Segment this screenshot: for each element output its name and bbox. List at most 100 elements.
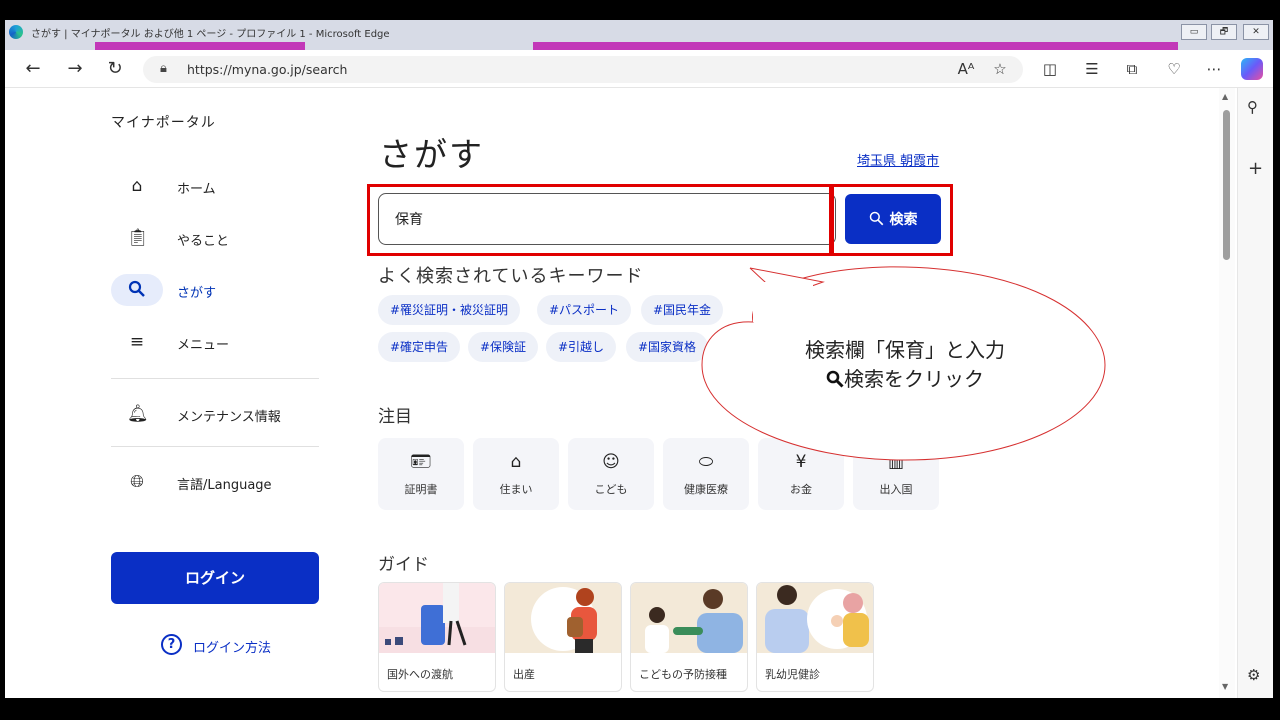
forward-arrow-icon[interactable]: → (65, 59, 85, 79)
favorite-star-icon[interactable]: ☆ (989, 59, 1011, 79)
region-link[interactable]: 埼玉県 朝霞市 (857, 150, 939, 169)
guide-card[interactable]: 国外への渡航 (378, 582, 496, 692)
read-aloud-icon[interactable]: Aᴬ (955, 59, 977, 79)
active-tab-indicator (95, 42, 305, 50)
callout-text: 検索欄「保育」と入力 検索をクリック (705, 336, 1105, 394)
minimize-button[interactable]: ▭ (1181, 24, 1207, 40)
guide-label: 国外への渡航 (387, 668, 453, 681)
page-title: さがす (379, 135, 484, 174)
split-screen-icon[interactable]: ◫ (1039, 59, 1061, 79)
login-help-label: ログイン方法 (193, 641, 272, 656)
attention-tile[interactable]: ⌂ 住まい (473, 438, 559, 510)
annotation-highlight-input (367, 184, 832, 256)
guide-card[interactable]: こどもの予防接種 (630, 582, 748, 692)
nav-divider (111, 378, 319, 379)
tile-label: お金 (790, 483, 812, 496)
restore-button[interactable]: 🗗 (1211, 24, 1237, 40)
more-menu-icon[interactable]: ⋯ (1203, 59, 1225, 79)
guide-label: 出産 (513, 668, 535, 681)
url-field[interactable]: 🔒︎ https://myna.go.jp/search (143, 56, 1023, 83)
guide-illustration-vaccination (631, 583, 747, 653)
scroll-thumb[interactable] (1223, 110, 1230, 260)
keyword-chip[interactable]: #国家資格 (626, 332, 709, 362)
tab-strip-accent (533, 42, 1178, 50)
guide-illustration-travel (379, 583, 495, 653)
guide-card[interactable]: 出産 (504, 582, 622, 692)
sidebar-add-icon[interactable]: + (1248, 158, 1263, 179)
magnifier-icon (826, 367, 844, 391)
lock-icon[interactable]: 🔒︎ (160, 61, 167, 76)
keyword-chip[interactable]: #パスポート (537, 295, 632, 325)
attention-title: 注目 (378, 407, 412, 427)
attention-tile[interactable]: ⬭ 健康医療 (663, 438, 749, 510)
scroll-up-icon[interactable]: ▲ (1222, 92, 1228, 101)
nav-item-home[interactable]: ⌂ ホーム (111, 170, 321, 202)
attention-tile[interactable]: ▥ 出入国 (853, 438, 939, 510)
scroll-down-icon[interactable]: ▼ (1222, 682, 1228, 691)
nav-label: さがす (177, 286, 217, 301)
refresh-icon[interactable]: ↻ (105, 59, 125, 79)
keyword-chip[interactable]: #罹災証明・被災証明 (378, 295, 521, 325)
sidebar-settings-icon[interactable]: ⚙ (1247, 666, 1260, 684)
favorites-list-icon[interactable]: ☰ (1081, 59, 1103, 79)
house-icon: ⌂ (510, 452, 522, 472)
keyword-chip[interactable]: #保険証 (468, 332, 539, 362)
tile-label: 健康医療 (684, 483, 728, 496)
tile-label: 出入国 (879, 483, 913, 496)
clipboard-icon: 📋︎ (127, 228, 149, 248)
home-icon: ⌂ (131, 176, 143, 196)
nav-item-menu[interactable]: ≡ メニュー (111, 326, 321, 358)
keyword-chip[interactable]: #確定申告 (378, 332, 461, 362)
attention-tile[interactable]: 🪪︎ 証明書 (378, 438, 464, 510)
browser-window: さがす | マイナポータル および他 1 ページ - プロファイル 1 - Mi… (5, 20, 1273, 698)
callout-line2: 検索をクリック (844, 367, 984, 391)
help-circle-icon: ? (161, 634, 182, 655)
guide-title: ガイド (378, 555, 429, 575)
attention-tile[interactable]: ¥ お金 (758, 438, 844, 510)
tile-label: こども (594, 483, 628, 496)
browser-essentials-icon[interactable]: ♡ (1163, 59, 1185, 79)
edge-logo-icon (9, 25, 23, 39)
pill-icon: ⬭ (698, 452, 714, 472)
yen-icon: ¥ (795, 452, 807, 472)
keyword-chip[interactable]: #引越し (546, 332, 617, 362)
guide-illustration-birth (505, 583, 621, 653)
title-bar: さがす | マイナポータル および他 1 ページ - プロファイル 1 - Mi… (5, 20, 1273, 50)
popular-keywords-title: よく検索されているキーワード (378, 266, 644, 287)
collections-icon[interactable]: ⧉ (1121, 59, 1143, 79)
nav-item-maintenance[interactable]: 🔔︎ メンテナンス情報 (111, 398, 321, 430)
callout-line1: 検索欄「保育」と入力 (805, 338, 1005, 362)
nav-item-todo[interactable]: 📋︎ やること (111, 222, 321, 254)
site-brand[interactable]: マイナポータル (111, 112, 216, 132)
window-title: さがす | マイナポータル および他 1 ページ - プロファイル 1 - Mi… (31, 29, 390, 40)
tile-label: 証明書 (404, 483, 438, 496)
login-button[interactable]: ログイン (111, 552, 319, 604)
tile-label: 住まい (499, 483, 533, 496)
child-face-icon: ☺ (602, 452, 620, 472)
menu-icon: ≡ (129, 332, 145, 352)
attention-tile[interactable]: ☺ こども (568, 438, 654, 510)
nav-item-search[interactable]: さがす (111, 274, 321, 306)
annotation-highlight-button (831, 184, 953, 256)
guide-illustration-checkup (757, 583, 873, 653)
sidebar-search-icon[interactable]: ⚲ (1247, 98, 1258, 116)
close-window-button[interactable]: ✕ (1243, 24, 1269, 40)
nav-label: 言語/Language (177, 478, 272, 493)
guide-card[interactable]: 乳幼児健診 (756, 582, 874, 692)
copilot-icon[interactable] (1241, 58, 1263, 80)
guide-label: こどもの予防接種 (639, 668, 727, 681)
nav-label: メンテナンス情報 (177, 410, 281, 425)
keyword-chip[interactable]: #国民年金 (641, 295, 724, 325)
callout-line2-wrap: 検索をクリック (705, 365, 1105, 394)
nav-label: メニュー (177, 338, 230, 353)
luggage-icon: ▥ (887, 452, 905, 472)
page-scrollbar[interactable]: ▲ ▼ (1219, 88, 1235, 698)
nav-label: ホーム (177, 182, 216, 197)
edge-sidebar: ⚲ + ⚙ (1237, 88, 1273, 698)
back-arrow-icon[interactable]: ← (23, 59, 43, 79)
url-text: https://myna.go.jp/search (187, 62, 348, 77)
globe-icon: 🌐︎ (130, 472, 144, 492)
nav-item-language[interactable]: 🌐︎ 言語/Language (111, 466, 321, 498)
search-icon (127, 280, 147, 300)
id-card-icon: 🪪︎ (410, 452, 432, 472)
